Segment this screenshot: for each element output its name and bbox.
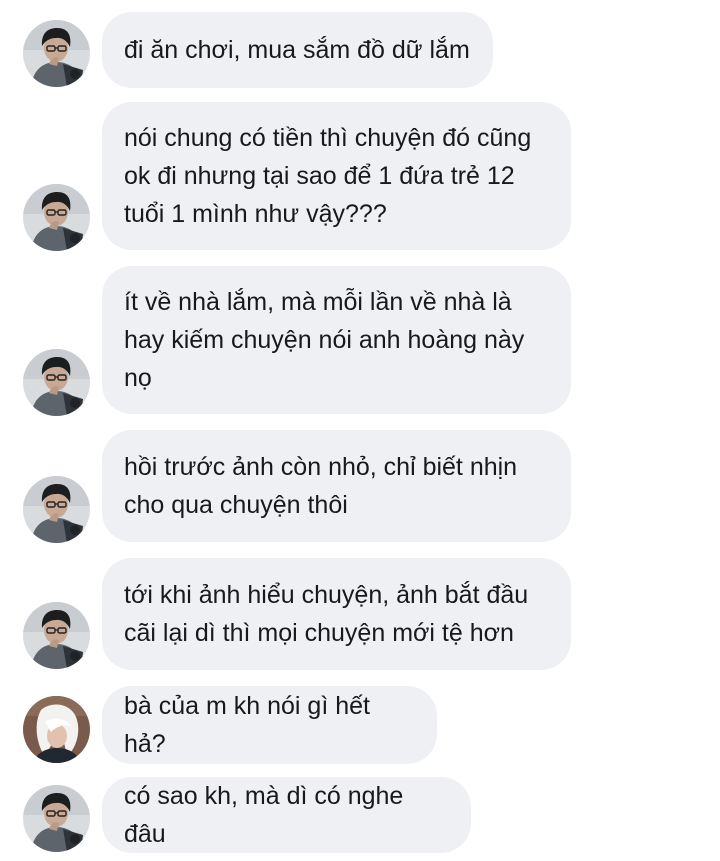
message-bubble[interactable]: tới khi ảnh hiểu chuyện, ảnh bắt đầu cãi… — [102, 558, 571, 670]
avatar-icon — [23, 696, 90, 763]
message-bubble[interactable]: đi ăn chơi, mua sắm đồ dữ lắm — [102, 12, 493, 88]
avatar-boy-glasses[interactable] — [23, 20, 90, 87]
message-bubble[interactable]: có sao kh, mà dì có nghe đâu — [102, 777, 471, 853]
avatar-boy-glasses[interactable] — [23, 184, 90, 251]
message-text: ít về nhà lắm, mà mỗi lần về nhà là hay … — [124, 288, 525, 392]
avatar-boy-glasses[interactable] — [23, 476, 90, 543]
avatar-white-hair[interactable] — [23, 696, 90, 763]
message-bubble[interactable]: bà của m kh nói gì hết hả? — [102, 686, 437, 764]
message-text: nói chung có tiền thì chuyện đó cũng ok … — [124, 124, 532, 228]
message-bubble[interactable]: nói chung có tiền thì chuyện đó cũng ok … — [102, 102, 571, 250]
message-text: hồi trước ảnh còn nhỏ, chỉ biết nhịn cho… — [124, 453, 518, 519]
avatar-icon — [23, 785, 90, 852]
message-text: có sao kh, mà dì có nghe đâu — [124, 782, 404, 848]
avatar-icon — [23, 349, 90, 416]
message-bubble[interactable]: ít về nhà lắm, mà mỗi lần về nhà là hay … — [102, 266, 571, 414]
avatar-boy-glasses[interactable] — [23, 785, 90, 852]
message-text: bà của m kh nói gì hết hả? — [124, 692, 370, 758]
avatar-icon — [23, 476, 90, 543]
avatar-icon — [23, 602, 90, 669]
avatar-icon — [23, 184, 90, 251]
message-text: đi ăn chơi, mua sắm đồ dữ lắm — [124, 36, 470, 64]
avatar-boy-glasses[interactable] — [23, 349, 90, 416]
message-bubble[interactable]: hồi trước ảnh còn nhỏ, chỉ biết nhịn cho… — [102, 430, 571, 542]
avatar-boy-glasses[interactable] — [23, 602, 90, 669]
avatar-icon — [23, 20, 90, 87]
message-text: tới khi ảnh hiểu chuyện, ảnh bắt đầu cãi… — [124, 581, 529, 647]
